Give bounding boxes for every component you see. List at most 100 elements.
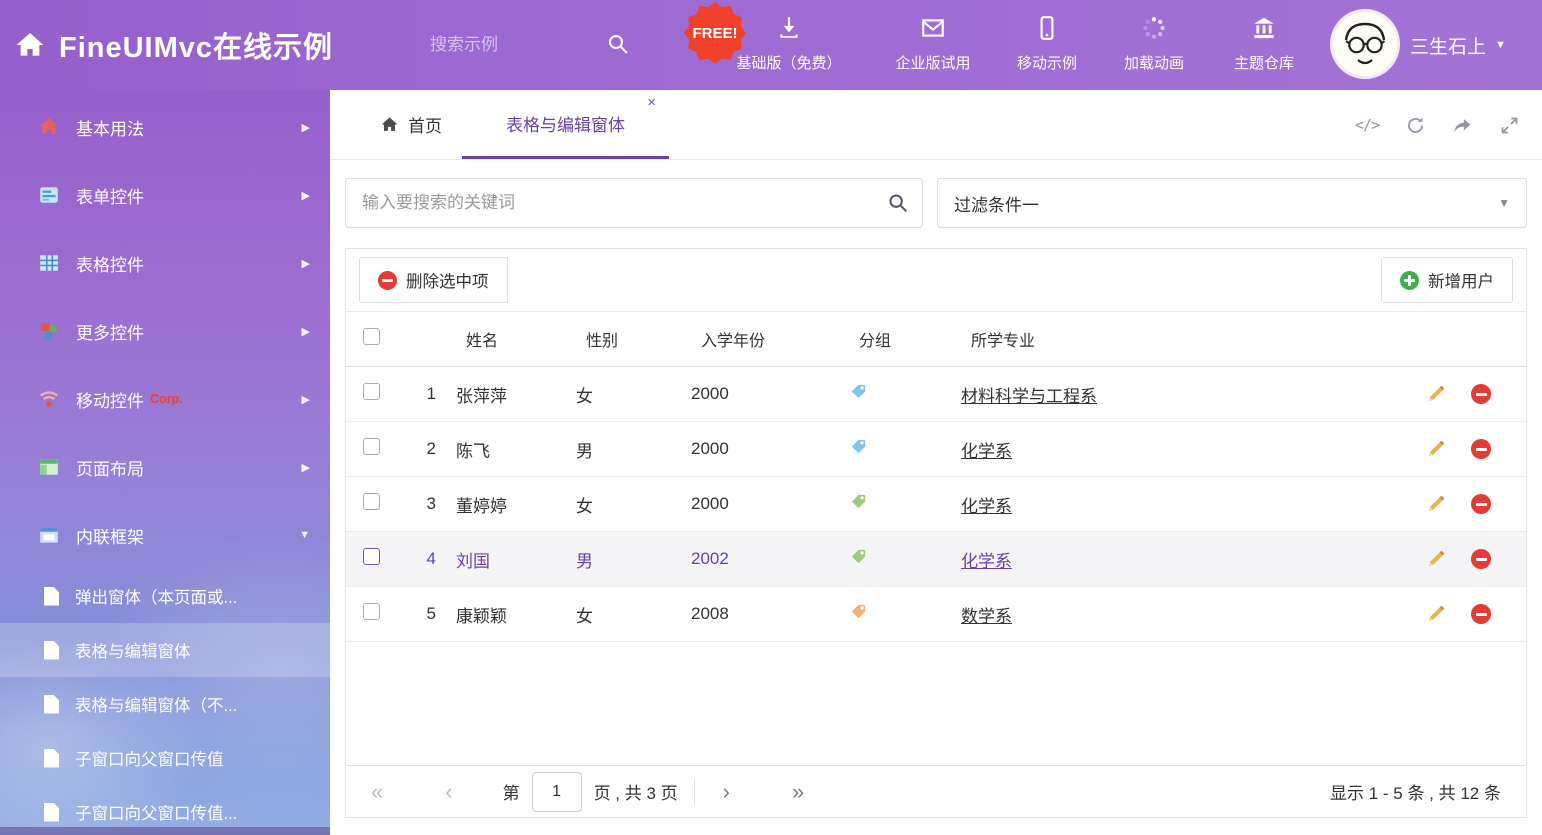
delete-icon[interactable]	[1471, 604, 1491, 624]
sidebar-subitem-child-to-parent[interactable]: 子窗口向父窗口传值	[0, 731, 330, 785]
table-row-selected[interactable]: 4 刘国 男 2002 化学系	[346, 532, 1526, 587]
sidebar-subitem-grid-edit-window[interactable]: 表格与编辑窗体	[0, 623, 330, 677]
sidebar-item-form-controls[interactable]: 表单控件 ▶	[0, 161, 330, 229]
user-menu[interactable]: 三生石上 ▼	[1410, 0, 1506, 90]
grid-toolbar: 删除选中项 新增用户	[346, 249, 1526, 311]
prev-page-button[interactable]: ‹	[445, 781, 452, 803]
mobile-icon	[1034, 15, 1060, 46]
search-icon[interactable]	[606, 32, 630, 61]
user-name: 三生石上	[1410, 32, 1486, 59]
cell-name: 董婷婷	[456, 492, 576, 517]
sidebar-item-page-layout[interactable]: 页面布局 ▶	[0, 433, 330, 501]
keyword-search-input[interactable]	[345, 178, 923, 228]
chevron-right-icon: ▶	[302, 121, 310, 134]
header-nav-loading-animation[interactable]: 加载动画	[1104, 15, 1204, 77]
select-all-checkbox[interactable]	[363, 328, 380, 350]
edit-icon[interactable]	[1426, 439, 1446, 459]
cell-year: 2008	[691, 604, 849, 624]
cell-name: 康颖颖	[456, 602, 576, 627]
avatar[interactable]	[1333, 12, 1397, 76]
major-link[interactable]: 数学系	[961, 602, 1416, 627]
sidebar-subitem-grid-edit-window-2[interactable]: 表格与编辑窗体（不...	[0, 677, 330, 731]
sidebar-item-mobile-controls[interactable]: 移动控件 Corp. ▶	[0, 365, 330, 433]
sidebar-item-iframe[interactable]: 内联框架 ▼	[0, 501, 330, 569]
edit-icon[interactable]	[1426, 494, 1446, 514]
code-icon[interactable]: </>	[1355, 116, 1379, 134]
row-checkbox[interactable]	[363, 603, 380, 620]
header-nav-enterprise-trial[interactable]: 企业版试用	[873, 15, 993, 77]
major-link[interactable]: 材料科学与工程系	[961, 382, 1416, 407]
tag-icon	[849, 492, 961, 516]
sidebar-subitem-popup-window[interactable]: 弹出窗体（本页面或...	[0, 569, 330, 623]
row-checkbox[interactable]	[363, 548, 380, 565]
delete-icon[interactable]	[1471, 384, 1491, 404]
last-page-button[interactable]: »	[792, 781, 804, 803]
first-page-button[interactable]: «	[371, 781, 383, 803]
column-header-major: 所学专业	[961, 327, 1416, 351]
header-nav-theme-repo[interactable]: 主题仓库	[1214, 15, 1314, 77]
cell-gender: 女	[576, 602, 691, 627]
header-search-input[interactable]	[430, 28, 598, 62]
sidebar: 基本用法 ▶ 表单控件 ▶ 表格控件 ▶ 更多控件 ▶	[0, 90, 330, 835]
table-row[interactable]: 5 康颖颖 女 2008 数学系	[346, 587, 1526, 642]
sidebar-item-more-controls[interactable]: 更多控件 ▶	[0, 297, 330, 365]
edit-icon[interactable]	[1426, 549, 1446, 569]
close-icon[interactable]: ×	[647, 95, 656, 110]
sidebar-item-grid-controls[interactable]: 表格控件 ▶	[0, 229, 330, 297]
row-checkbox[interactable]	[363, 493, 380, 510]
major-link[interactable]: 化学系	[961, 437, 1416, 462]
main-content: 首页 表格与编辑窗体 × </>	[330, 90, 1542, 835]
table-icon	[38, 252, 60, 274]
header-nav-basic-free[interactable]: 基础版（免费）	[714, 15, 864, 77]
table-row[interactable]: 2 陈飞 男 2000 化学系	[346, 422, 1526, 477]
row-checkbox[interactable]	[363, 383, 380, 400]
search-icon[interactable]	[887, 192, 909, 219]
header-nav-mobile-demo[interactable]: 移动示例	[997, 15, 1097, 77]
table-row[interactable]: 1 张萍萍 女 2000 材料科学与工程系	[346, 367, 1526, 422]
cell-name: 张萍萍	[456, 382, 576, 407]
sidebar-subitem-child-to-parent-2[interactable]: 子窗口向父窗口传值...	[0, 785, 330, 835]
refresh-icon[interactable]	[1405, 115, 1426, 136]
major-link[interactable]: 化学系	[961, 492, 1416, 517]
top-header: FineUIMvc在线示例 FREE! 基础版（免费） 企业版试用	[0, 0, 1542, 90]
page-label-prefix: 第	[503, 779, 520, 804]
major-link[interactable]: 化学系	[961, 547, 1416, 572]
share-icon[interactable]	[1452, 115, 1473, 136]
row-checkbox[interactable]	[363, 438, 380, 455]
add-user-button[interactable]: 新增用户	[1381, 257, 1513, 303]
expand-icon[interactable]	[1499, 115, 1520, 136]
delete-icon[interactable]	[1471, 494, 1491, 514]
next-page-button[interactable]: ›	[723, 781, 730, 803]
filter-dropdown[interactable]: 过滤条件一 ▼	[937, 178, 1527, 228]
page-number-input[interactable]	[532, 772, 582, 812]
tag-icon	[849, 437, 961, 461]
file-icon	[44, 587, 59, 606]
chevron-right-icon: ▶	[302, 189, 310, 202]
corp-badge: Corp.	[150, 392, 183, 406]
sidebar-item-basic-usage[interactable]: 基本用法 ▶	[0, 93, 330, 161]
home-icon	[14, 29, 46, 61]
cell-year: 2000	[691, 384, 849, 404]
cell-name: 陈飞	[456, 437, 576, 462]
tab-grid-edit-window[interactable]: 表格与编辑窗体 ×	[462, 90, 669, 159]
brand[interactable]: FineUIMvc在线示例	[14, 0, 333, 90]
delete-icon[interactable]	[1471, 549, 1491, 569]
column-header-gender: 性别	[576, 327, 691, 351]
header-search	[430, 28, 630, 62]
home-icon	[380, 115, 399, 134]
delete-selected-button[interactable]: 删除选中项	[359, 257, 508, 303]
cell-gender: 男	[576, 437, 691, 462]
frame-icon	[38, 524, 60, 546]
filter-row: 过滤条件一 ▼	[330, 160, 1542, 228]
tab-home[interactable]: 首页	[360, 90, 462, 159]
table-row[interactable]: 3 董婷婷 女 2000 化学系	[346, 477, 1526, 532]
page-label-total: 页 , 共 3 页	[594, 779, 678, 804]
pagination-bar: « ‹ 第 页 , 共 3 页 › » 显示 1 - 5 条 , 共 12 条	[346, 765, 1526, 817]
edit-icon[interactable]	[1426, 384, 1446, 404]
spinner-icon	[1141, 15, 1167, 46]
cubes-icon	[38, 320, 60, 342]
delete-icon[interactable]	[1471, 439, 1491, 459]
grid-panel: 删除选中项 新增用户 姓名 性别 入学年份 分组 所学专业 1	[345, 248, 1527, 818]
edit-icon[interactable]	[1426, 604, 1446, 624]
plus-circle-icon	[1400, 271, 1419, 290]
